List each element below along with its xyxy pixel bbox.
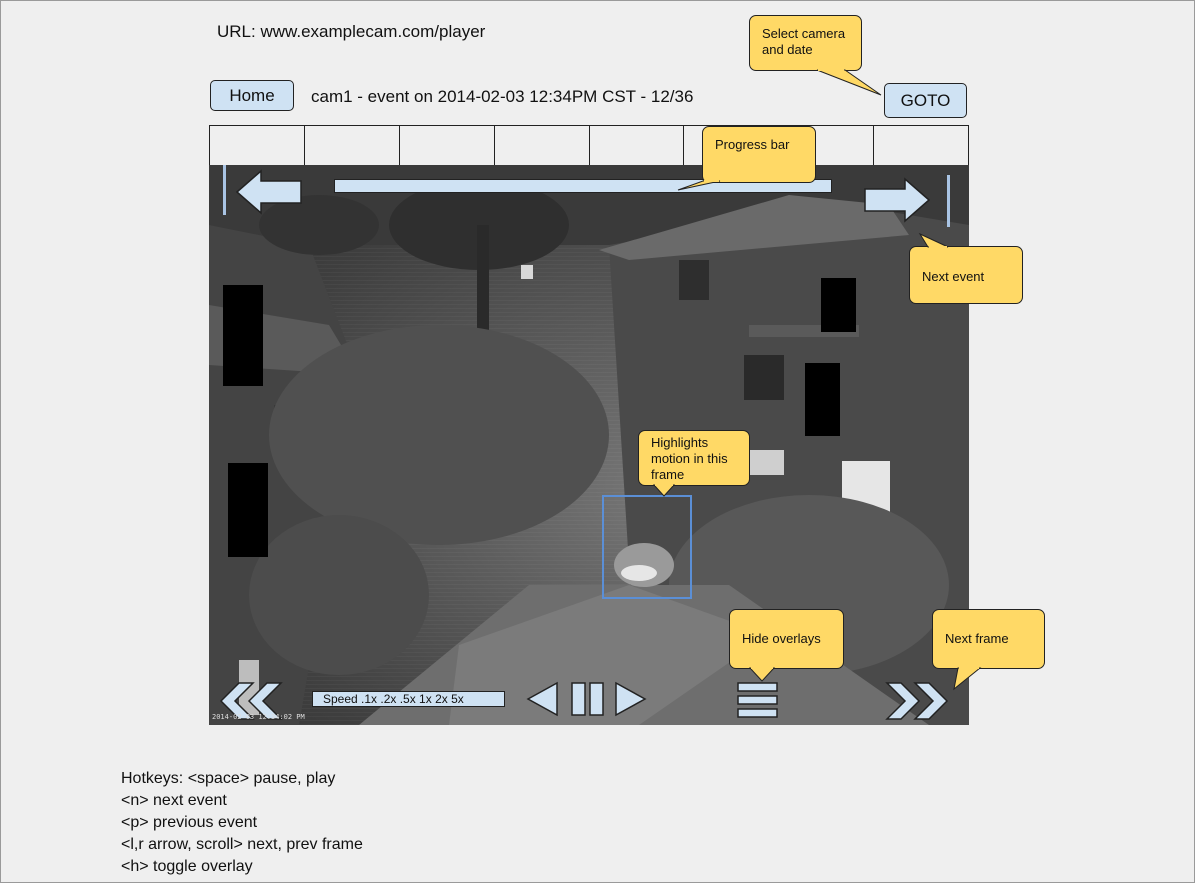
triangle-right-icon[interactable] bbox=[614, 681, 648, 717]
pause-icon[interactable] bbox=[570, 681, 606, 717]
callout-hide-overlays: Hide overlays bbox=[729, 609, 844, 669]
speed-selector[interactable]: Speed .1x .2x .5x 1x 2x 5x bbox=[312, 691, 505, 707]
callout-text: Select camera and date bbox=[762, 26, 846, 57]
timeline-segment[interactable] bbox=[209, 126, 304, 166]
camera-scene bbox=[209, 165, 969, 725]
callout-tail bbox=[816, 69, 882, 96]
callout-highlights-motion: Highlights motion in this frame bbox=[638, 430, 750, 486]
start-marker bbox=[223, 165, 226, 215]
arrow-left-icon[interactable] bbox=[235, 169, 303, 215]
callout-next-event: Next event bbox=[909, 246, 1023, 304]
callout-next-frame: Next frame bbox=[932, 609, 1045, 669]
callout-progress-bar: Progress bar bbox=[702, 126, 816, 183]
callout-text: Next event bbox=[922, 269, 985, 284]
callout-text: Highlights motion in this frame bbox=[651, 435, 728, 482]
home-button[interactable]: Home bbox=[210, 80, 294, 111]
privacy-redaction bbox=[821, 278, 856, 332]
hotkey-line: <l,r arrow, scroll> next, prev frame bbox=[121, 836, 363, 853]
privacy-redaction bbox=[805, 363, 840, 436]
event-title: cam1 - event on 2014-02-03 12:34PM CST -… bbox=[311, 87, 694, 106]
double-chevron-right-icon[interactable] bbox=[885, 681, 957, 721]
goto-button[interactable]: GOTO bbox=[884, 83, 967, 118]
timeline-segment[interactable] bbox=[303, 126, 399, 166]
callout-text: Progress bar bbox=[715, 137, 790, 152]
timeline-segment[interactable] bbox=[398, 126, 494, 166]
hotkeys-help: Hotkeys: <space> pause, play <n> next ev… bbox=[121, 768, 363, 878]
video-frame[interactable]: Speed .1x .2x .5x 1x 2x 5x 2014-02-03 12… bbox=[209, 165, 969, 725]
timeline-segment[interactable] bbox=[493, 126, 589, 166]
privacy-redaction bbox=[228, 463, 268, 557]
callout-tail bbox=[652, 484, 676, 497]
callout-text: Next frame bbox=[945, 631, 1009, 646]
hotkey-line: <h> toggle overlay bbox=[121, 858, 253, 875]
callout-tail bbox=[953, 667, 982, 691]
triangle-left-icon[interactable] bbox=[526, 681, 560, 717]
hamburger-icon[interactable] bbox=[736, 681, 780, 719]
event-timeline[interactable] bbox=[209, 125, 969, 166]
hotkey-line: Hotkeys: <space> pause, play bbox=[121, 770, 336, 787]
privacy-redaction bbox=[223, 285, 263, 386]
arrow-right-icon[interactable] bbox=[863, 177, 931, 223]
callout-tail bbox=[918, 232, 949, 248]
timeline-segment[interactable] bbox=[873, 126, 969, 166]
motion-highlight-box bbox=[602, 495, 692, 599]
url-label: URL: www.examplecam.com/player bbox=[217, 22, 486, 41]
timeline-segment[interactable] bbox=[588, 126, 684, 166]
callout-tail bbox=[748, 667, 776, 682]
callout-select-camera: Select camera and date bbox=[749, 15, 862, 71]
video-timestamp: 2014-02-03 12:34:02 PM bbox=[212, 713, 305, 721]
callout-tail bbox=[677, 180, 721, 191]
end-marker bbox=[947, 175, 950, 227]
callout-text: Hide overlays bbox=[742, 631, 821, 646]
hotkey-line: <n> next event bbox=[121, 792, 227, 809]
hotkey-line: <p> previous event bbox=[121, 814, 258, 831]
